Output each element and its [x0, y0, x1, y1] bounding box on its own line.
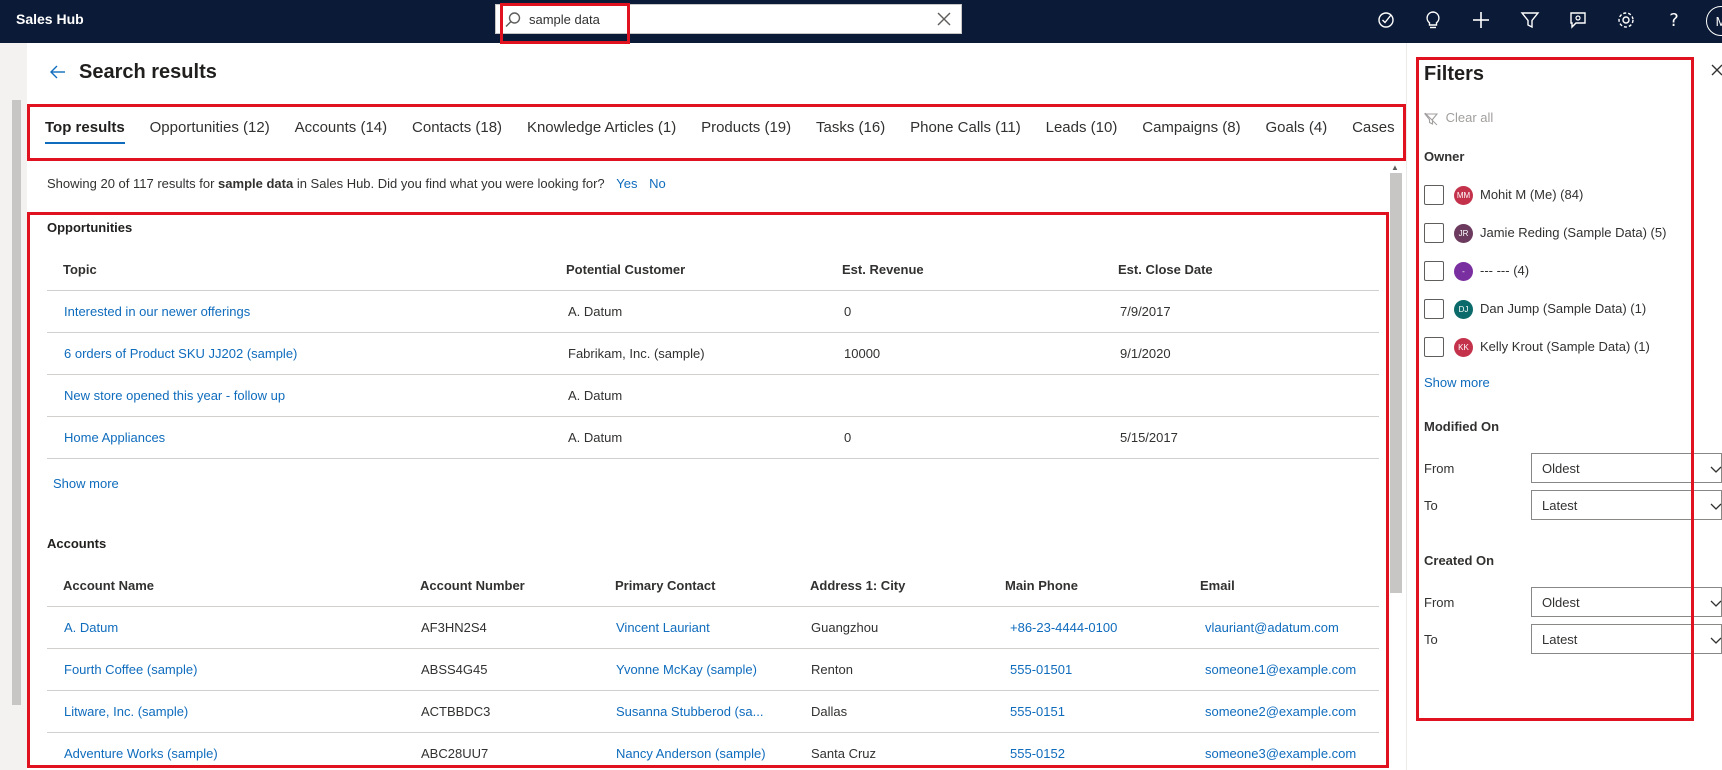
- result-summary-suffix: in Sales Hub. Did you find what you were…: [296, 176, 605, 191]
- filter-icon[interactable]: [1518, 8, 1542, 32]
- tabs-highlight-box: [27, 104, 1406, 161]
- scroll-up-arrow-icon[interactable]: ▲: [1391, 163, 1399, 172]
- main-scrollbar[interactable]: [1390, 173, 1402, 593]
- gear-icon[interactable]: [1614, 8, 1638, 32]
- app-name[interactable]: Sales Hub: [16, 11, 84, 27]
- task-check-icon[interactable]: [1374, 8, 1398, 32]
- lightbulb-icon[interactable]: [1421, 8, 1445, 32]
- top-bar: Sales Hub sample data ? M: [0, 0, 1722, 43]
- close-icon[interactable]: [935, 10, 953, 28]
- result-summary: Showing 20 of 117 results for sample dat…: [47, 176, 666, 191]
- chevron-down-icon: [1710, 466, 1722, 473]
- chevron-down-icon: [1710, 637, 1722, 644]
- content-highlight-box: [27, 212, 1389, 768]
- chevron-down-icon: [1710, 503, 1722, 510]
- close-icon[interactable]: [1710, 63, 1722, 77]
- user-avatar[interactable]: M: [1706, 6, 1722, 36]
- filters-highlight-box: [1416, 57, 1694, 721]
- result-summary-query: sample data: [218, 176, 294, 191]
- assistant-icon[interactable]: [1566, 8, 1590, 32]
- result-summary-prefix: Showing 20 of 117 results for: [47, 176, 215, 191]
- chevron-down-icon: [1710, 600, 1722, 607]
- plus-icon[interactable]: [1469, 8, 1493, 32]
- page-title: Search results: [79, 61, 217, 83]
- search-highlight-box: [500, 3, 630, 44]
- left-scrollbar[interactable]: [12, 100, 21, 705]
- feedback-no-link[interactable]: No: [649, 176, 666, 191]
- feedback-yes-link[interactable]: Yes: [616, 176, 637, 191]
- back-arrow-icon[interactable]: [48, 62, 68, 82]
- help-icon[interactable]: ?: [1662, 8, 1686, 32]
